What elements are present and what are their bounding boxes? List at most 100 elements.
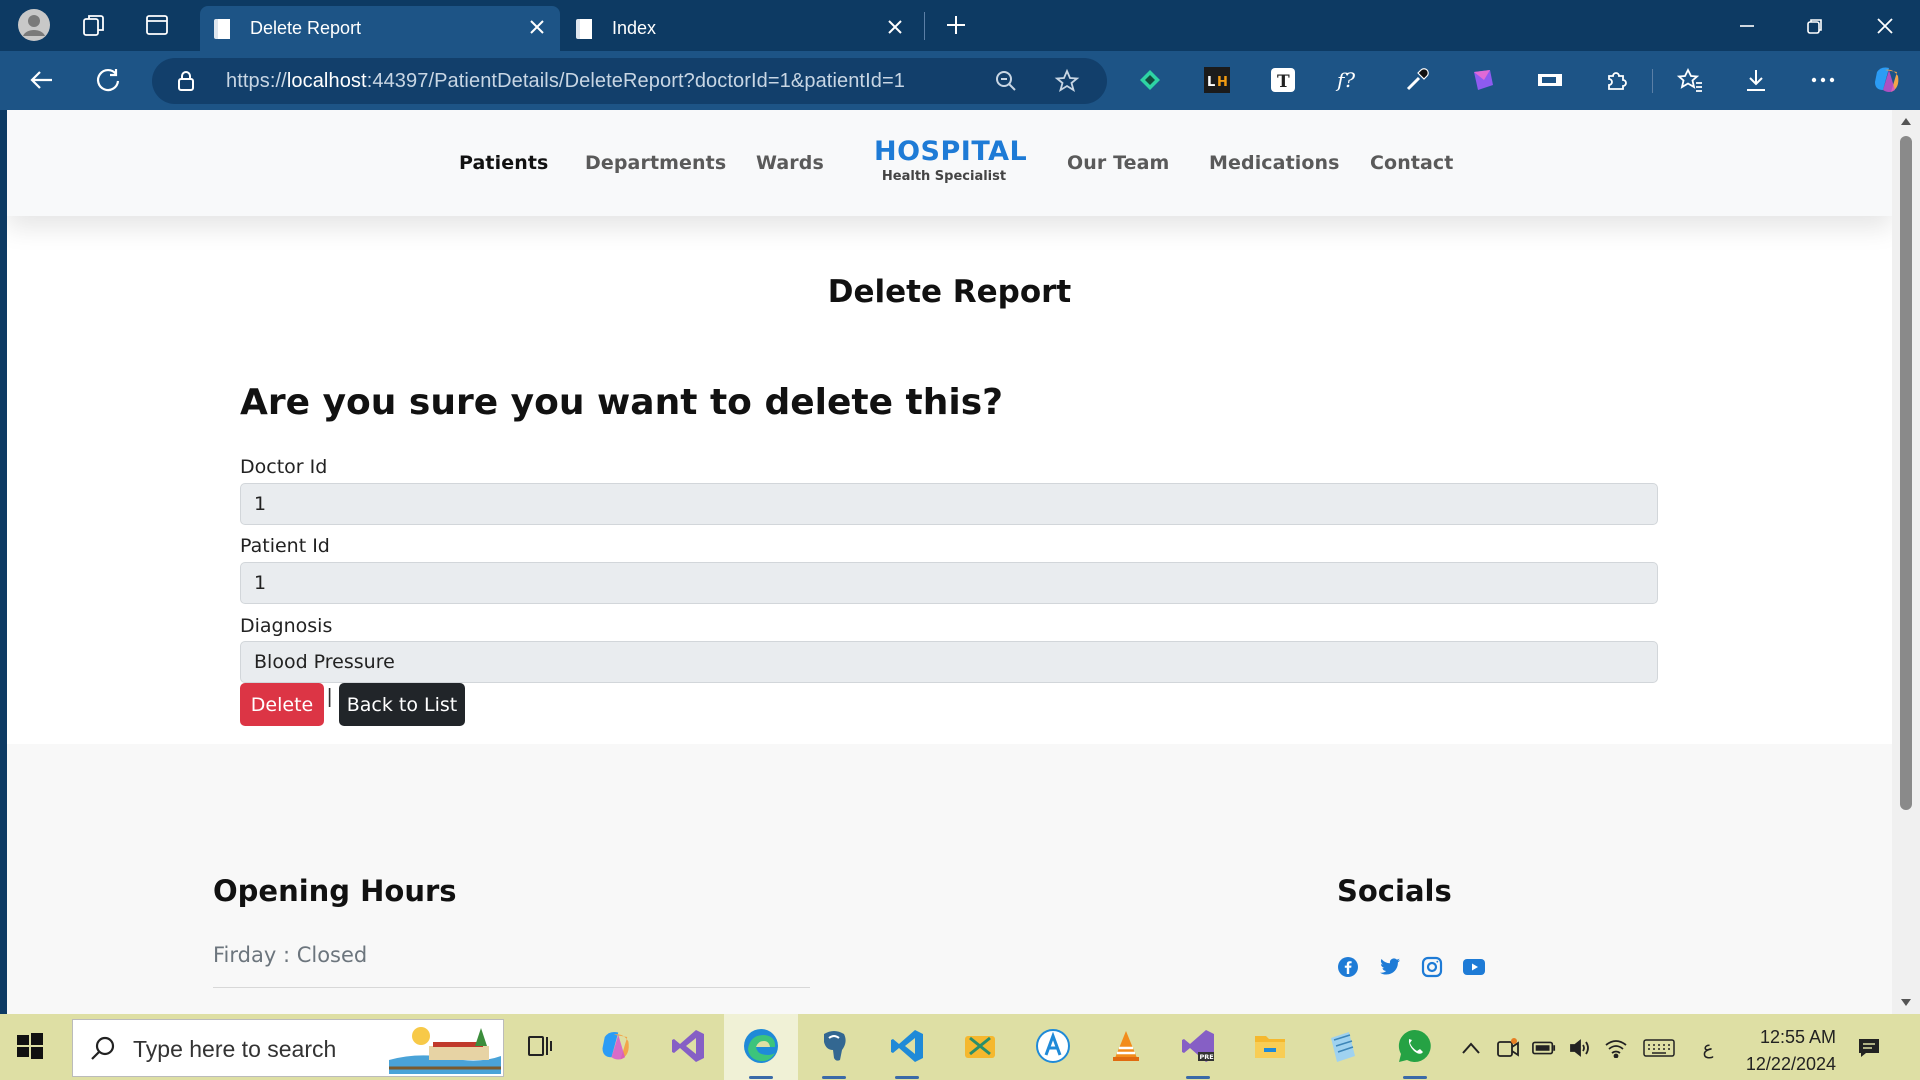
close-tab-icon[interactable] bbox=[526, 16, 548, 38]
tab-label: Index bbox=[612, 18, 657, 38]
tab-delete-report[interactable]: Delete Report bbox=[200, 6, 560, 51]
copilot-icon[interactable] bbox=[1871, 64, 1903, 96]
nav-our-team[interactable]: Our Team bbox=[1067, 152, 1169, 174]
minimize-icon[interactable] bbox=[1712, 0, 1782, 51]
url-text[interactable]: https://localhost:44397/PatientDetails/D… bbox=[226, 70, 905, 93]
back-arrow-icon[interactable] bbox=[22, 60, 62, 100]
toolbar-divider bbox=[1652, 69, 1653, 93]
task-view-icon[interactable] bbox=[520, 1026, 560, 1066]
new-tab-icon[interactable] bbox=[938, 8, 974, 42]
whatsapp-icon[interactable] bbox=[1395, 1026, 1435, 1066]
color-picker-icon[interactable] bbox=[1401, 64, 1433, 96]
address-bar[interactable]: https://localhost:44397/PatientDetails/D… bbox=[152, 58, 1107, 104]
lock-icon[interactable] bbox=[176, 70, 196, 97]
site-footer: Opening Hours Firday : Closed Socials bbox=[7, 744, 1892, 1014]
scrollbar-thumb[interactable] bbox=[1900, 136, 1912, 810]
screen-extension-icon[interactable] bbox=[1534, 64, 1566, 96]
battery-icon[interactable] bbox=[1532, 1036, 1556, 1060]
wifi-icon[interactable] bbox=[1604, 1036, 1628, 1060]
main-content: Delete Report Are you sure you want to d… bbox=[7, 216, 1892, 744]
zoom-out-icon[interactable] bbox=[994, 69, 1018, 98]
extensions-puzzle-icon[interactable] bbox=[1601, 64, 1633, 96]
nav-contact[interactable]: Contact bbox=[1370, 152, 1453, 174]
facebook-icon[interactable] bbox=[1335, 954, 1361, 980]
notifications-icon[interactable] bbox=[1857, 1036, 1881, 1060]
svg-text:PRE: PRE bbox=[1200, 1053, 1214, 1061]
diagnosis-label: Diagnosis bbox=[240, 615, 333, 637]
text-extension-icon[interactable]: T bbox=[1267, 64, 1299, 96]
twitter-icon[interactable] bbox=[1377, 954, 1403, 980]
input-language[interactable]: ع bbox=[1696, 1036, 1720, 1060]
restore-icon[interactable] bbox=[1780, 0, 1850, 51]
lighthouse-extension-icon[interactable]: LH bbox=[1201, 64, 1233, 96]
workspaces-icon[interactable] bbox=[76, 8, 112, 42]
extension-gem-icon[interactable] bbox=[1134, 64, 1166, 96]
windows-taskbar: Type here to search PRE ع 12:55 AM 12/22… bbox=[0, 1014, 1920, 1080]
scroll-up-icon[interactable] bbox=[1900, 116, 1912, 126]
patient-id-label: Patient Id bbox=[240, 535, 330, 557]
azure-data-studio-icon[interactable] bbox=[1033, 1026, 1073, 1066]
profile-avatar[interactable] bbox=[16, 8, 52, 42]
delete-button[interactable]: Delete bbox=[240, 683, 324, 726]
app-indicator bbox=[1403, 1076, 1427, 1079]
more-options-icon[interactable] bbox=[1807, 64, 1839, 96]
instagram-icon[interactable] bbox=[1419, 954, 1445, 980]
svg-text:L: L bbox=[1207, 75, 1215, 90]
nav-departments[interactable]: Departments bbox=[585, 152, 726, 174]
notepad-icon[interactable] bbox=[1323, 1026, 1363, 1066]
vlc-icon[interactable] bbox=[1106, 1026, 1146, 1066]
nav-medications[interactable]: Medications bbox=[1209, 152, 1340, 174]
visual-studio-icon[interactable] bbox=[668, 1026, 708, 1066]
tab-index[interactable]: Index bbox=[562, 6, 918, 51]
windows-start-icon[interactable] bbox=[16, 1032, 46, 1062]
postgresql-icon[interactable] bbox=[814, 1026, 854, 1066]
visual-studio-preview-icon[interactable]: PRE bbox=[1178, 1026, 1218, 1066]
search-icon bbox=[91, 1036, 115, 1060]
show-hidden-icons-chevron-icon[interactable] bbox=[1459, 1036, 1483, 1060]
app-indicator bbox=[1186, 1076, 1210, 1079]
refresh-icon[interactable] bbox=[88, 60, 128, 100]
youtube-icon[interactable] bbox=[1461, 954, 1487, 980]
patient-id-field[interactable]: 1 bbox=[240, 562, 1658, 604]
site-navbar: Patients Departments Wards HOSPITAL Heal… bbox=[7, 110, 1892, 216]
keyboard-icon[interactable] bbox=[1642, 1036, 1676, 1060]
file-explorer-icon[interactable] bbox=[1250, 1026, 1290, 1066]
opening-hours-heading: Opening Hours bbox=[213, 874, 457, 908]
volume-icon[interactable] bbox=[1568, 1036, 1592, 1060]
site-brand[interactable]: HOSPITAL Health Specialist bbox=[874, 136, 1028, 184]
diagnosis-field[interactable]: Blood Pressure bbox=[240, 641, 1658, 683]
svg-text:H: H bbox=[1217, 75, 1228, 90]
active-app-indicator bbox=[749, 1076, 773, 1079]
system-clock[interactable]: 12:55 AM 12/22/2024 bbox=[1740, 1024, 1836, 1078]
meet-now-icon[interactable] bbox=[1496, 1036, 1520, 1060]
taskbar-search[interactable]: Type here to search bbox=[72, 1019, 504, 1077]
search-highlight-image bbox=[389, 1027, 501, 1074]
favorite-star-icon[interactable] bbox=[1054, 68, 1080, 99]
page-icon bbox=[574, 17, 596, 41]
copilot-app-icon[interactable] bbox=[596, 1026, 636, 1066]
snipping-tool-icon[interactable] bbox=[960, 1026, 1000, 1066]
footer-divider bbox=[213, 987, 810, 988]
back-to-list-button[interactable]: Back to List bbox=[339, 683, 465, 726]
favorites-icon[interactable] bbox=[1674, 64, 1706, 96]
edge-browser-icon[interactable] bbox=[741, 1026, 781, 1066]
scroll-down-icon[interactable] bbox=[1900, 998, 1912, 1008]
page-viewport: Patients Departments Wards HOSPITAL Heal… bbox=[7, 110, 1892, 1014]
extension-purple-icon[interactable] bbox=[1467, 64, 1499, 96]
page-scrollbar[interactable] bbox=[1892, 110, 1920, 1014]
svg-text:T: T bbox=[1277, 72, 1290, 92]
vscode-icon[interactable] bbox=[887, 1026, 927, 1066]
doctor-id-field[interactable]: 1 bbox=[240, 483, 1658, 525]
tab-actions-icon[interactable] bbox=[139, 8, 175, 42]
nav-wards[interactable]: Wards bbox=[756, 152, 824, 174]
font-finder-icon[interactable]: f? bbox=[1334, 64, 1366, 96]
browser-toolbar: https://localhost:44397/PatientDetails/D… bbox=[0, 51, 1920, 110]
close-tab-icon[interactable] bbox=[884, 16, 906, 38]
brand-title: HOSPITAL bbox=[874, 136, 1028, 167]
close-window-icon[interactable] bbox=[1850, 0, 1920, 51]
clock-date: 12/22/2024 bbox=[1745, 1054, 1836, 1074]
nav-patients[interactable]: Patients bbox=[459, 152, 548, 174]
page-icon bbox=[212, 17, 234, 41]
app-indicator bbox=[822, 1076, 846, 1079]
downloads-icon[interactable] bbox=[1740, 64, 1772, 96]
